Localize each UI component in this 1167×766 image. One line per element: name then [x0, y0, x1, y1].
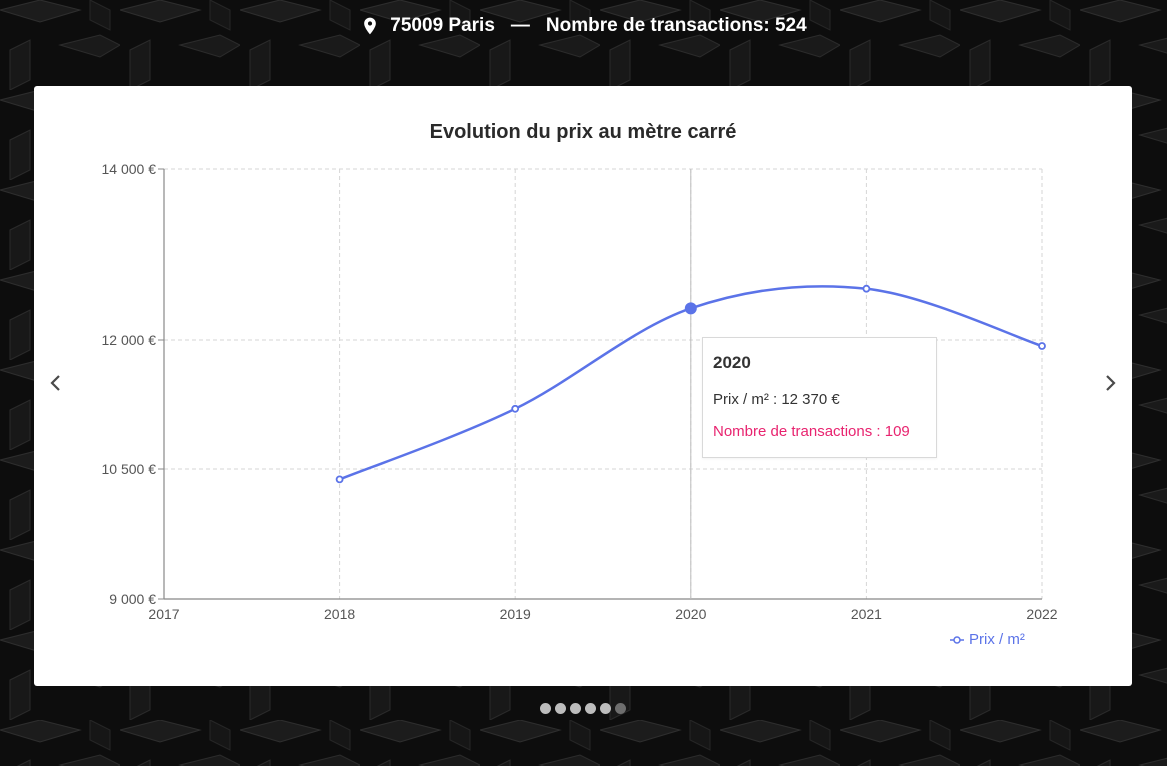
x-tick-label: 2022 — [1026, 606, 1057, 622]
pagination-dot[interactable] — [555, 703, 566, 714]
x-tick-label: 2017 — [148, 606, 179, 622]
tooltip-transactions: Nombre de transactions : 109 — [713, 423, 910, 440]
x-tick-label: 2020 — [675, 606, 706, 622]
y-tick-label: 12 000 € — [102, 332, 157, 348]
data-point — [335, 475, 344, 484]
x-tick-label: 2021 — [851, 606, 882, 622]
data-point — [862, 284, 871, 293]
legend-line-marker-icon — [950, 635, 964, 644]
header-separator: — — [510, 15, 530, 36]
x-tick-label: 2018 — [324, 606, 355, 622]
y-tick-label: 14 000 € — [102, 161, 157, 177]
chevron-left-icon — [50, 375, 60, 391]
legend-label: Prix / m² — [969, 631, 1025, 648]
chart-tooltip: 2020 Prix / m² : 12 370 € Nombre de tran… — [702, 337, 937, 458]
x-tick-label: 2019 — [500, 606, 531, 622]
pagination-dot[interactable] — [540, 703, 551, 714]
location-label: 75009 Paris — [390, 15, 495, 36]
header-bar: 75009 Paris — Nombre de transactions: 52… — [0, 0, 1167, 52]
data-point — [511, 404, 520, 413]
pagination-dot[interactable] — [615, 703, 626, 714]
y-tick-label: 10 500 € — [102, 461, 157, 477]
pagination-dot[interactable] — [600, 703, 611, 714]
tooltip-year: 2020 — [713, 353, 751, 372]
location-pin-icon — [360, 16, 380, 36]
transactions-count: Nombre de transactions: 524 — [545, 15, 807, 36]
data-point-highlighted — [684, 302, 697, 315]
y-tick-label: 9 000 € — [109, 591, 156, 607]
chart-title: Evolution du prix au mètre carré — [429, 121, 737, 143]
carousel-pagination — [540, 703, 626, 714]
tooltip-price: Prix / m² : 12 370 € — [713, 391, 840, 408]
legend-item-price[interactable]: Prix / m² — [950, 631, 1025, 648]
pagination-dot[interactable] — [585, 703, 596, 714]
pagination-dot[interactable] — [570, 703, 581, 714]
price-chart: 9 000 € 10 500 € 12 000 € 14 000 € 2017 2018 2… — [102, 161, 1058, 622]
carousel-next-button[interactable] — [1098, 371, 1122, 395]
chevron-right-icon — [1106, 375, 1116, 391]
carousel-prev-button[interactable] — [44, 371, 68, 395]
chart-card: 9 000 € 10 500 € 12 000 € 14 000 € 2017 2018 2… — [34, 86, 1132, 686]
data-point — [1038, 342, 1046, 350]
